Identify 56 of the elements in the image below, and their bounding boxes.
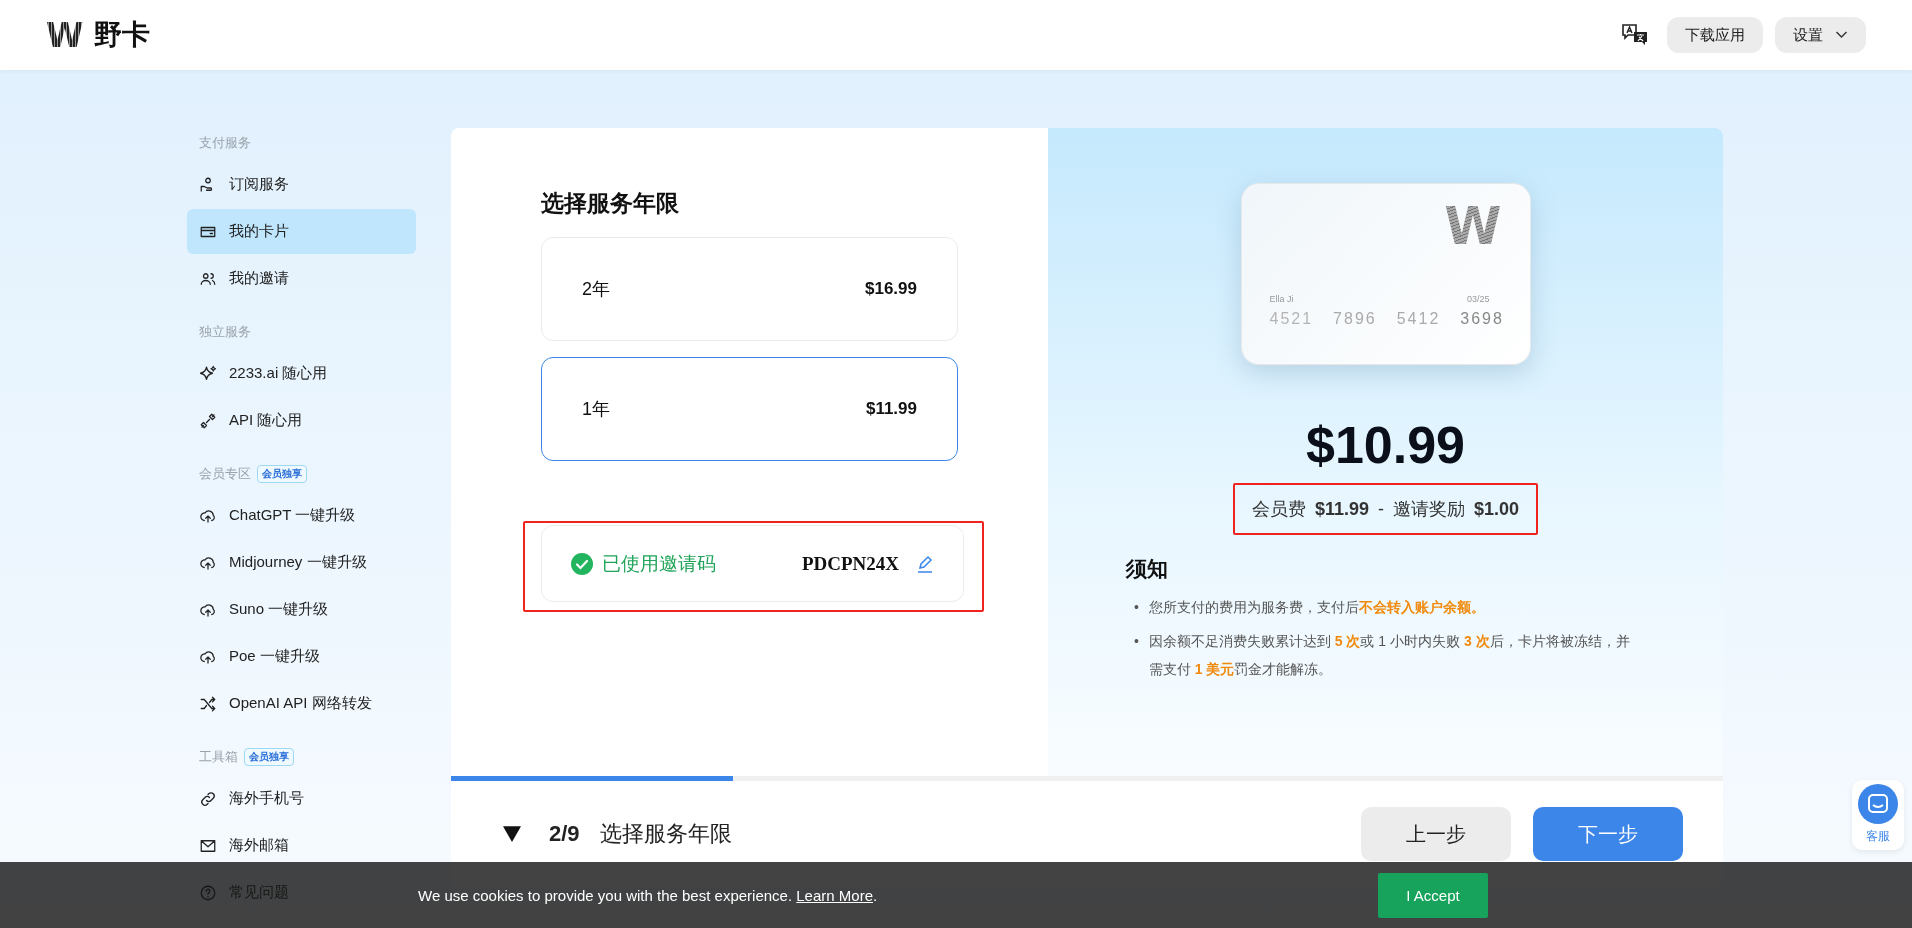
invite-code: PDCPN24X [801, 552, 899, 575]
sidebar-item[interactable]: Suno 一键升级 [187, 587, 416, 632]
plan-option[interactable]: 1年 $11.99 [541, 357, 958, 461]
next-button[interactable]: 下一步 [1533, 807, 1683, 861]
chevron-down-icon [1835, 31, 1848, 39]
cookie-message: We use cookies to provide you with the best experience. Learn More. [418, 886, 879, 904]
notice-item: 因余额不足消费失败累计达到 5 次或 1 小时内失败 3 次后，卡片将被冻结，并需支付 1 美元罚金才能解冻。 [1148, 632, 1631, 679]
total-price: $10.99 [1305, 415, 1465, 475]
sidebar-item[interactable]: Poe 一键升级 [187, 634, 416, 679]
members-badge: 会员独享 [257, 465, 307, 483]
sidebar-item[interactable]: 海外邮箱 [187, 823, 416, 868]
plan-title: 选择服务年限 [541, 189, 680, 218]
sidebar-item[interactable]: 订阅服务 [187, 162, 416, 207]
card-number-group: 7896 [1333, 310, 1377, 328]
sidebar-item[interactable]: 我的卡片 [187, 209, 416, 254]
step-title: 选择服务年限 [599, 820, 732, 848]
sidebar-item[interactable]: Midjourney 一键升级 [187, 540, 416, 585]
card-number-group: 4521 [1269, 310, 1314, 328]
card-number-group: 3698 [1460, 310, 1504, 328]
section-heading: 会员专区 [199, 465, 251, 483]
bullet: • [1134, 632, 1139, 651]
sidebar-item[interactable]: ChatGPT 一键升级 [187, 493, 416, 538]
price-breakdown: 会员费 $11.99 - 邀请奖励 $1.00 [1251, 499, 1520, 519]
support-button[interactable]: 客服 [1852, 780, 1904, 850]
shuffle-icon [199, 694, 217, 713]
bullet: • [1134, 598, 1139, 617]
sidebar-item[interactable]: 我的邀请 [187, 256, 416, 301]
chat-icon [1858, 784, 1898, 824]
notice-title: 须知 [1126, 556, 1169, 582]
invite-status: 已使用邀请码 [602, 551, 717, 576]
back-button[interactable]: 上一步 [1361, 807, 1511, 861]
section-heading: 支付服务 [199, 134, 251, 152]
card-holder: Ella Ji [1269, 294, 1294, 304]
card-expiry: 03/25 [1466, 294, 1490, 304]
plan-option[interactable]: 2年 $16.99 [541, 237, 958, 341]
sidebar-item[interactable]: 2233.ai 随心用 [187, 351, 416, 396]
sidebar-item[interactable]: OpenAI API 网络转发 [187, 681, 416, 726]
sidebar-item[interactable]: 海外手机号 [187, 776, 416, 821]
brand-name: 野卡 [93, 18, 150, 52]
settings-button[interactable]: 设置 [1775, 17, 1866, 53]
section-heading: 独立服务 [199, 323, 251, 341]
download-app-button[interactable]: 下载应用 [1667, 17, 1763, 53]
check-circle-icon [570, 551, 594, 576]
section-heading: 工具箱 [199, 748, 238, 766]
link-icon [199, 789, 217, 808]
step-counter: 2/9 [549, 821, 580, 847]
notice-item: 您所支付的费用为服务费，支付后不会转入账户余额。 [1148, 598, 1485, 617]
triangle-down-icon[interactable] [503, 826, 521, 842]
translate-icon[interactable] [1621, 23, 1649, 47]
sidebar-item[interactable]: API 随心用 [187, 398, 416, 443]
learn-more-link[interactable]: Learn More [796, 886, 873, 904]
sparkle-icon [199, 364, 217, 383]
members-badge: 会员独享 [244, 748, 294, 766]
card-number-group: 5412 [1396, 310, 1441, 328]
edit-icon[interactable] [915, 553, 935, 574]
plug-icon [199, 411, 217, 430]
